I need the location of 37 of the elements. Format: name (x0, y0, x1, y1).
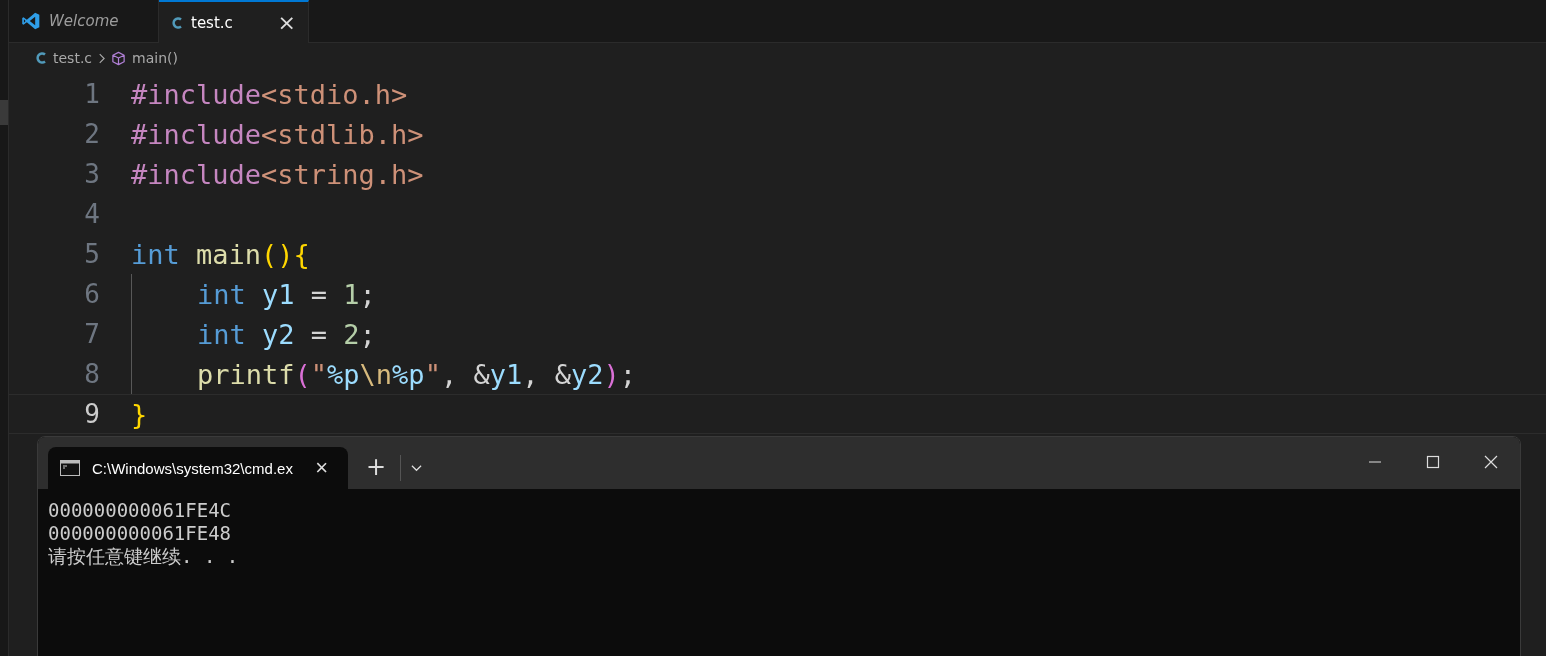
logo-icon (21, 11, 41, 31)
code-line: int y2 = 2; (197, 318, 376, 350)
editor-tab[interactable]: test.c × (159, 0, 309, 43)
chevron-icon (98, 52, 106, 64)
code-line: #include<string.h> (131, 158, 424, 190)
code-line: int y1 = 1; (197, 278, 376, 310)
terminal-tab[interactable]: C:\Windows\system32\cmd.ex × (48, 447, 348, 489)
scroll-marker (0, 100, 8, 125)
close-icon[interactable] (1484, 455, 1498, 469)
cube-icon (111, 50, 127, 66)
code-line: #include<stdio.h> (131, 78, 408, 110)
line-number: 6 (83, 279, 100, 309)
line-number: 7 (83, 319, 100, 349)
maximize-icon[interactable] (1426, 455, 1440, 469)
new-tab-button[interactable]: + (366, 445, 387, 481)
breadcrumb-item[interactable]: test.c (53, 50, 93, 66)
console-output: 请按任意键继续. . . (48, 545, 239, 568)
close-button[interactable]: × (315, 455, 328, 481)
console-output: 000000000061FE48 (48, 522, 232, 545)
line-number: 1 (83, 79, 100, 109)
c-file-icon (171, 15, 183, 30)
code-line: printf("%p\n%p", &y1, &y2); (197, 358, 636, 390)
line-number: 3 (83, 159, 100, 189)
line-number: 5 (83, 239, 100, 269)
dropdown-icon[interactable] (411, 464, 423, 472)
c-file-icon (35, 51, 47, 65)
close-button[interactable]: × (277, 11, 296, 34)
line-number: 2 (83, 119, 100, 149)
line-number: 4 (83, 199, 100, 229)
breadcrumb-item[interactable]: main() (132, 50, 178, 66)
line-number: 8 (83, 359, 100, 389)
code-line: int main(){ (131, 238, 310, 270)
console-icon (60, 460, 80, 476)
console-output: 000000000061FE4C (48, 499, 232, 522)
line-number: 9 (83, 399, 100, 429)
code-line: #include<stdlib.h> (131, 118, 424, 150)
code-line: } (131, 398, 148, 430)
